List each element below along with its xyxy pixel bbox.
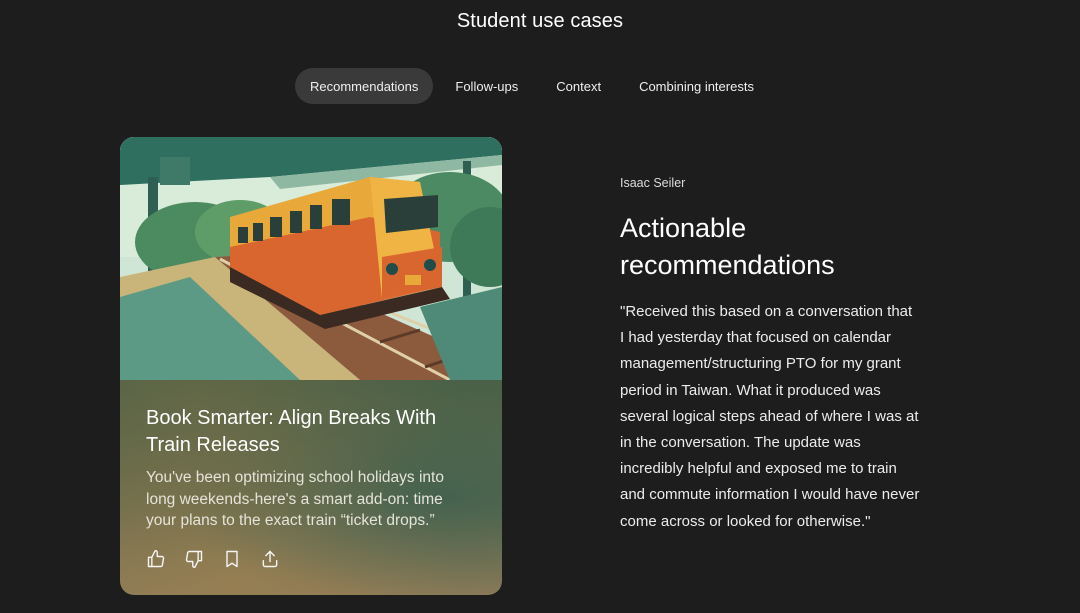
bookmark-icon[interactable] (222, 549, 242, 569)
recommendation-card: Book Smarter: Align Breaks With Train Re… (120, 137, 502, 595)
tab-recommendations[interactable]: Recommendations (295, 68, 434, 104)
card-body: You've been optimizing school holidays i… (146, 469, 444, 529)
train-illustration (120, 137, 502, 380)
testimonial-headline: Actionable recommendations (620, 213, 835, 280)
tab-combining-interests[interactable]: Combining interests (623, 68, 770, 104)
use-case-tabs: Recommendations Follow-ups Context Combi… (295, 68, 770, 104)
card-title: Book Smarter: Align Breaks With Train Re… (146, 407, 437, 456)
card-actions (146, 549, 280, 569)
tab-context[interactable]: Context (540, 68, 617, 104)
share-icon[interactable] (260, 549, 280, 569)
testimonial-author: Isaac Seiler (620, 176, 686, 190)
testimonial-quote: "Received this based on a conversation t… (620, 303, 920, 530)
tab-follow-ups[interactable]: Follow-ups (439, 68, 534, 104)
thumbs-down-icon[interactable] (184, 549, 204, 569)
page-title: Student use cases (456, 10, 624, 32)
thumbs-up-icon[interactable] (146, 549, 166, 569)
